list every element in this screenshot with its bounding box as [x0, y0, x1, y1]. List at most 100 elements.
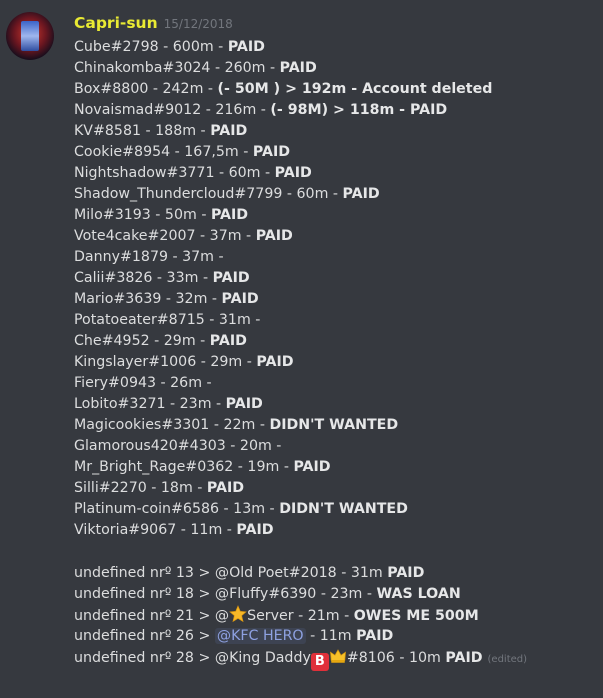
- list-item: Chinakomba#3024 - 260m - PAID: [74, 58, 594, 79]
- list-item: Fiery#0943 - 26m -: [74, 373, 594, 394]
- list-item: Che#4952 - 29m - PAID: [74, 331, 594, 352]
- user-mention[interactable]: @King Daddy: [215, 650, 311, 666]
- list-item: Danny#1879 - 37m -: [74, 247, 594, 268]
- list-item-text: Cookie#8954 - 167,5m -: [74, 144, 253, 160]
- list-item-text: Mario#3639 - 32m -: [74, 291, 222, 307]
- list-item-text: Calii#3826 - 33m -: [74, 270, 213, 286]
- list-item-text: Box#8800 - 242m -: [74, 81, 218, 97]
- list-item-text: Mr_Bright_Rage#0362 - 19m -: [74, 459, 294, 475]
- undefined-line-21: undefined nrº 21 > @ Server - 21m - OWES …: [74, 605, 594, 626]
- list-item-text: Che#4952 - 29m -: [74, 333, 210, 349]
- status-text: WAS LOAN: [376, 586, 461, 602]
- status-text: PAID: [387, 565, 425, 581]
- list-item: Lobito#3271 - 23m - PAID: [74, 394, 594, 415]
- list-item-text: Viktoria#9067 - 11m -: [74, 522, 237, 538]
- list-item: Platinum-coin#6586 - 13m - DIDN'T WANTED: [74, 499, 594, 520]
- list-item-status: (- 98M) > 118m - PAID: [270, 102, 448, 118]
- user-mention[interactable]: @Fluffy#6390: [215, 586, 316, 602]
- list-item: Cube#2798 - 600m - PAID: [74, 37, 594, 58]
- list-item-text: Glamorous420#4303 - 20m -: [74, 438, 282, 454]
- message-content: Cube#2798 - 600m - PAID Chinakomba#3024 -…: [74, 37, 594, 671]
- list-item-status: PAID: [212, 270, 250, 286]
- list-item-text: Potatoeater#8715 - 31m -: [74, 312, 261, 328]
- list-item-status: PAID: [256, 354, 294, 370]
- list-item: Mr_Bright_Rage#0362 - 19m - PAID: [74, 457, 594, 478]
- list-item-text: Lobito#3271 - 23m -: [74, 396, 226, 412]
- list-item-text: Kingslayer#1006 - 29m -: [74, 354, 257, 370]
- list-item-status: PAID: [279, 60, 317, 76]
- list-item-status: PAID: [293, 459, 331, 475]
- list-item: Kingslayer#1006 - 29m - PAID: [74, 352, 594, 373]
- timestamp: 15/12/2018: [163, 17, 233, 31]
- list-item-text: Vote4cake#2007 - 37m -: [74, 228, 256, 244]
- message-header: Capri-sun 15/12/2018: [74, 13, 233, 35]
- list-item-status: (- 50M ) > 192m - Account deleted: [217, 81, 493, 97]
- list-item-text: Chinakomba#3024 - 260m -: [74, 60, 280, 76]
- list-item: Box#8800 - 242m - (- 50M ) > 192m - Acco…: [74, 79, 594, 100]
- list-item: Milo#3193 - 50m - PAID: [74, 205, 594, 226]
- list-item-status: PAID: [342, 186, 380, 202]
- list-item-status: PAID: [236, 522, 274, 538]
- line-amount: - 10m: [394, 650, 446, 666]
- list-item: Magicookies#3301 - 22m - DIDN'T WANTED: [74, 415, 594, 436]
- list-item-status: PAID: [274, 165, 312, 181]
- list-item: Viktoria#9067 - 11m - PAID: [74, 520, 594, 541]
- undefined-line-13: undefined nrº 13 > @Old Poet#2018 - 31m …: [74, 563, 594, 584]
- crown-icon: [329, 649, 346, 663]
- list-item-text: Platinum-coin#6586 - 13m -: [74, 501, 280, 517]
- line-prefix: undefined nrº 18 >: [74, 586, 215, 602]
- list-item-text: Milo#3193 - 50m -: [74, 207, 211, 223]
- chat-message: Capri-sun 15/12/2018 Cube#2798 - 600m - P…: [0, 0, 603, 698]
- payment-list: Cube#2798 - 600m - PAID Chinakomba#3024 -…: [74, 37, 594, 541]
- b-button-icon: B: [310, 653, 329, 671]
- list-item: Nightshadow#3771 - 60m - PAID: [74, 163, 594, 184]
- list-item: Shadow_Thundercloud#7799 - 60m - PAID: [74, 184, 594, 205]
- list-item-status: DIDN'T WANTED: [279, 501, 408, 517]
- status-text: PAID: [356, 628, 394, 644]
- user-mention-tag[interactable]: #8106: [347, 650, 395, 666]
- avatar-image: [21, 21, 39, 51]
- role-mention[interactable]: @KFC HERO: [214, 628, 306, 644]
- list-item-text: Fiery#0943 - 26m -: [74, 375, 212, 391]
- list-item-status: DIDN'T WANTED: [269, 417, 399, 433]
- list-item-text: KV#8581 - 188m -: [74, 123, 211, 139]
- list-item-text: Nightshadow#3771 - 60m -: [74, 165, 275, 181]
- list-item: KV#8581 - 188m - PAID: [74, 121, 594, 142]
- status-text: OWES ME 500M: [353, 608, 479, 624]
- list-item-status: PAID: [225, 396, 263, 412]
- user-mention[interactable]: @Old Poet#2018: [215, 565, 337, 581]
- list-item-text: Shadow_Thundercloud#7799 - 60m -: [74, 186, 343, 202]
- undefined-line-26: undefined nrº 26 > @KFC HERO - 11m PAID: [74, 626, 594, 647]
- list-item: Cookie#8954 - 167,5m - PAID: [74, 142, 594, 163]
- list-item-status: PAID: [252, 144, 291, 160]
- list-item: Silli#2270 - 18m - PAID: [74, 478, 594, 499]
- list-item-status: PAID: [221, 291, 259, 307]
- star-icon: [229, 605, 247, 623]
- list-item-text: Novaismad#9012 - 216m -: [74, 102, 271, 118]
- list-item-text: Magicookies#3301 - 22m -: [74, 417, 270, 433]
- list-item-status: PAID: [227, 39, 265, 55]
- user-mention-name[interactable]: Server: [247, 608, 294, 624]
- line-amount: - 11m: [305, 628, 357, 644]
- status-text: PAID: [445, 650, 483, 666]
- edited-label: (edited): [487, 654, 528, 665]
- line-prefix: undefined nrº 13 >: [74, 565, 215, 581]
- undefined-line-18: undefined nrº 18 > @Fluffy#6390 - 23m - …: [74, 584, 594, 605]
- list-item: Vote4cake#2007 - 37m - PAID: [74, 226, 594, 247]
- list-item: Glamorous420#4303 - 20m -: [74, 436, 594, 457]
- user-mention[interactable]: @: [215, 608, 229, 624]
- user-avatar[interactable]: [6, 12, 54, 60]
- line-prefix: undefined nrº 26 >: [74, 628, 215, 644]
- line-prefix: undefined nrº 21 >: [74, 608, 215, 624]
- list-item-status: PAID: [209, 333, 247, 349]
- line-amount: - 23m -: [316, 586, 377, 602]
- list-item-text: Danny#1879 - 37m -: [74, 249, 224, 265]
- username[interactable]: Capri-sun: [74, 14, 158, 32]
- line-amount: - 31m: [336, 565, 388, 581]
- list-item: Novaismad#9012 - 216m - (- 98M) > 118m -…: [74, 100, 594, 121]
- list-item-status: PAID: [206, 480, 245, 496]
- list-item: Mario#3639 - 32m - PAID: [74, 289, 594, 310]
- list-item-status: PAID: [210, 123, 248, 139]
- list-item-text: Cube#2798 - 600m -: [74, 39, 228, 55]
